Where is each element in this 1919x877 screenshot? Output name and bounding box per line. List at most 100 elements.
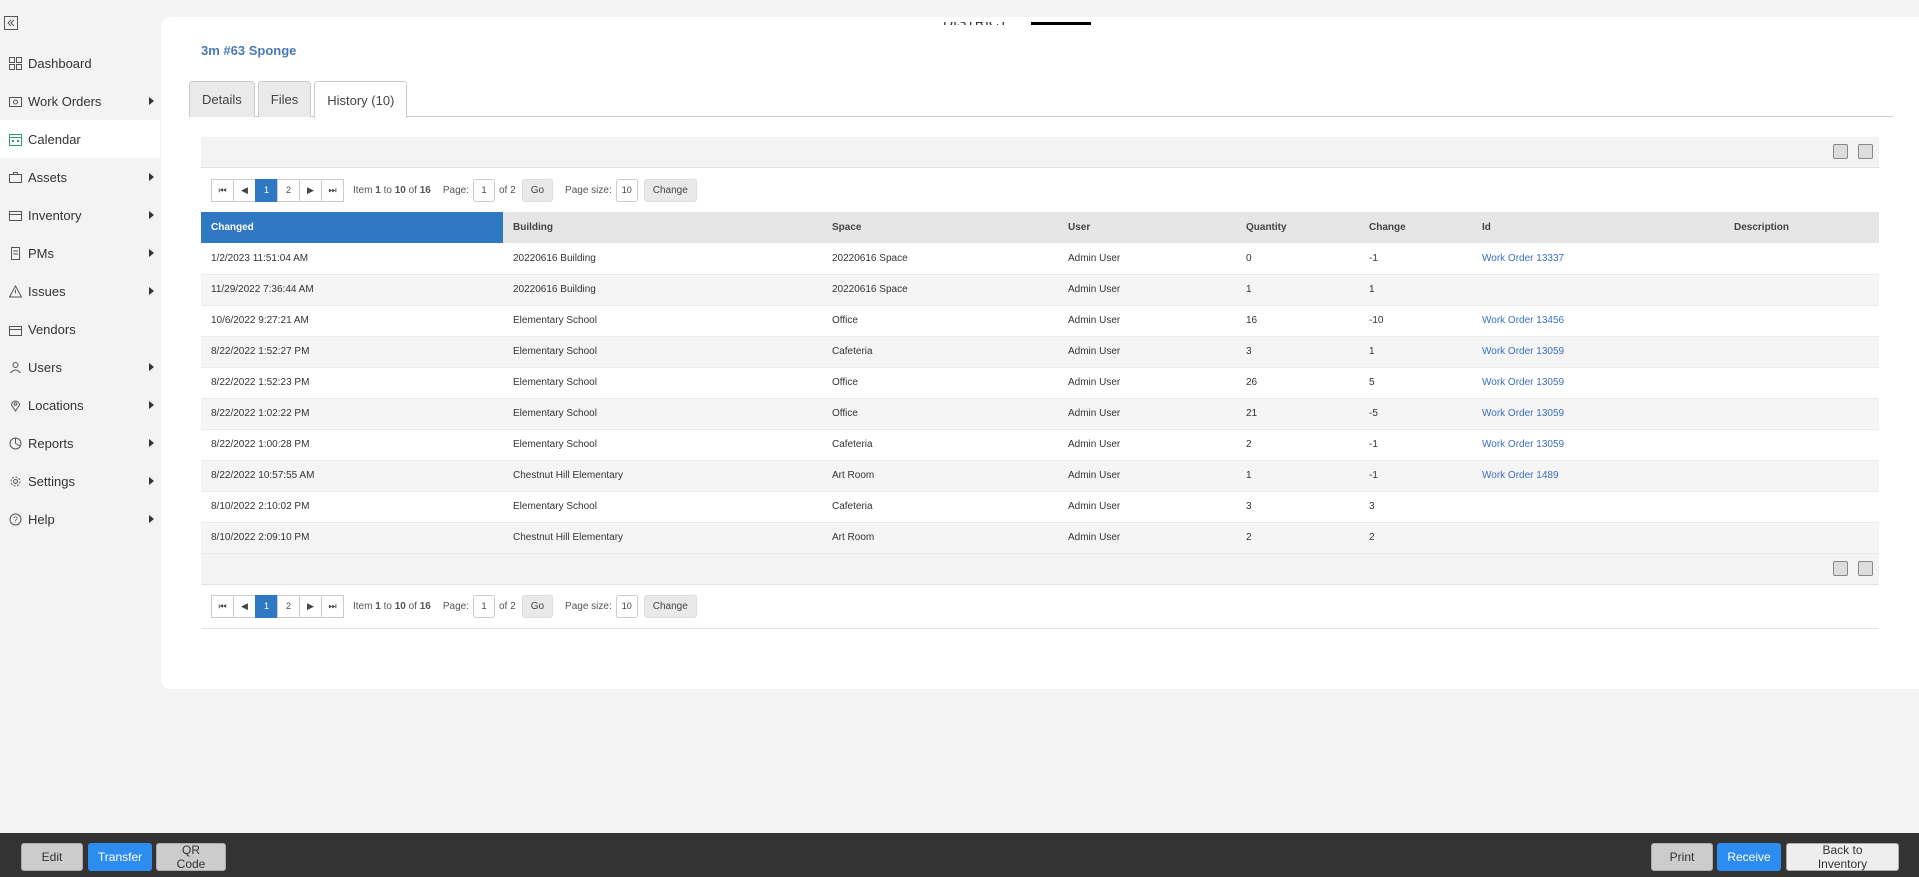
sidebar-item-inventory[interactable]: Inventory: [0, 196, 160, 234]
cell-id: Work Order 13059: [1472, 398, 1724, 430]
column-header-quantity[interactable]: Quantity: [1236, 212, 1359, 243]
work-order-link[interactable]: Work Order 13059: [1482, 377, 1564, 388]
transfer-button[interactable]: Transfer: [88, 843, 152, 871]
sidebar-item-help[interactable]: ? Help: [0, 500, 160, 538]
sidebar-item-dashboard[interactable]: Dashboard: [0, 44, 160, 82]
settings-icon[interactable]: [1858, 560, 1873, 576]
page-input[interactable]: [473, 594, 495, 618]
cell-change: -1: [1359, 460, 1472, 492]
sidebar-item-assets[interactable]: Assets: [0, 158, 160, 196]
column-header-change[interactable]: Change: [1359, 212, 1472, 243]
sidebar-item-settings[interactable]: Settings: [0, 462, 160, 500]
sidebar-item-users[interactable]: Users: [0, 348, 160, 386]
page-1-button[interactable]: 1: [255, 178, 278, 202]
first-page-button[interactable]: ⏮: [211, 178, 234, 202]
page-label: Page:: [442, 600, 469, 612]
column-header-space[interactable]: Space: [822, 212, 1058, 243]
sidebar-item-issues[interactable]: Issues: [0, 272, 160, 310]
sidebar-nav: Dashboard Work Orders Calendar Assets Invent…: [0, 44, 160, 538]
change-page-size-button[interactable]: Change: [643, 178, 697, 202]
cell-space: 20220616 Space: [822, 274, 1058, 306]
work-order-link[interactable]: Work Order 13456: [1482, 315, 1564, 326]
last-page-button[interactable]: ⏭: [321, 594, 344, 618]
go-button[interactable]: Go: [521, 594, 554, 618]
sidebar-item-locations[interactable]: Locations: [0, 386, 160, 424]
sidebar-item-pms[interactable]: PMs: [0, 234, 160, 272]
table-row[interactable]: 10/6/2022 9:27:21 AM Elementary School Off…: [201, 305, 1879, 337]
column-header-description[interactable]: Description: [1724, 212, 1879, 243]
settings-icon[interactable]: [1858, 144, 1873, 159]
briefcase-icon: [8, 170, 22, 184]
table-row[interactable]: 8/22/2022 10:57:55 AM Chestnut Hill Eleme…: [201, 460, 1879, 492]
tab-files[interactable]: Files: [257, 81, 312, 117]
work-order-link[interactable]: Work Order 13059: [1482, 408, 1564, 419]
tab-details[interactable]: Details: [189, 81, 255, 117]
change-page-size-button[interactable]: Change: [643, 594, 697, 618]
grid-toolbar-top: [201, 137, 1879, 168]
cell-description: [1724, 460, 1879, 492]
cell-quantity: 1: [1236, 274, 1359, 306]
table-row[interactable]: 8/22/2022 1:52:27 PM Elementary School Caf…: [201, 336, 1879, 368]
qr-code-button[interactable]: QR Code: [156, 843, 226, 871]
sidebar-item-label: Calendar: [28, 131, 81, 147]
page-2-button[interactable]: 2: [277, 594, 300, 618]
collapse-sidebar-icon[interactable]: [4, 16, 18, 30]
next-page-button[interactable]: ▶: [299, 594, 322, 618]
tab-history[interactable]: History (10): [314, 81, 408, 118]
save-icon[interactable]: [1833, 560, 1848, 576]
cell-building: Elementary School: [503, 367, 822, 399]
page-2-button[interactable]: 2: [277, 178, 300, 202]
table-row[interactable]: 8/22/2022 1:02:22 PM Elementary School Off…: [201, 398, 1879, 430]
table-row[interactable]: 8/22/2022 1:52:23 PM Elementary School Off…: [201, 367, 1879, 399]
sidebar-item-label: Dashboard: [28, 55, 92, 71]
column-header-changed[interactable]: Changed: [201, 212, 503, 243]
last-page-button[interactable]: ⏭: [321, 178, 344, 202]
cell-changed: 8/22/2022 1:52:27 PM: [201, 336, 503, 368]
cell-changed: 1/2/2023 11:51:04 AM: [201, 243, 503, 275]
caret-right-icon: [149, 173, 154, 181]
table-row[interactable]: 1/2/2023 11:51:04 AM 20220616 Building 202…: [201, 243, 1879, 275]
cell-changed: 8/10/2022 2:09:10 PM: [201, 522, 503, 554]
receive-button[interactable]: Receive: [1717, 843, 1781, 871]
cell-user: Admin User: [1058, 491, 1236, 523]
save-icon[interactable]: [1833, 144, 1848, 159]
cell-change: 3: [1359, 491, 1472, 523]
sidebar-item-label: Assets: [28, 169, 68, 185]
page-size-input[interactable]: [615, 178, 638, 202]
prev-page-button[interactable]: ◀: [233, 178, 256, 202]
first-page-button[interactable]: ⏮: [211, 594, 234, 618]
sidebar-item-calendar[interactable]: Calendar: [0, 120, 160, 158]
cell-changed: 8/22/2022 1:00:28 PM: [201, 429, 503, 461]
column-header-id[interactable]: Id: [1472, 212, 1724, 243]
cell-quantity: 26: [1236, 367, 1359, 399]
prev-page-button[interactable]: ◀: [233, 594, 256, 618]
pager-bottom: ⏮ ◀ 1 2 ▶ ⏭ Item 1 to 10 of 16 Page: of …: [201, 585, 1879, 629]
work-order-link[interactable]: Work Order 13337: [1482, 253, 1564, 264]
sidebar-item-work-orders[interactable]: Work Orders: [0, 82, 160, 120]
work-order-link[interactable]: Work Order 1489: [1482, 470, 1559, 481]
sidebar-item-vendors[interactable]: Vendors: [0, 310, 160, 348]
table-row[interactable]: 8/10/2022 2:09:10 PM Chestnut Hill Elemen…: [201, 522, 1879, 554]
cell-quantity: 1: [1236, 460, 1359, 492]
cell-id: [1472, 522, 1724, 554]
go-button[interactable]: Go: [521, 178, 554, 202]
table-row[interactable]: 8/10/2022 2:10:02 PM Elementary School Caf…: [201, 491, 1879, 523]
page-1-button[interactable]: 1: [255, 594, 278, 618]
print-button[interactable]: Print: [1651, 843, 1713, 871]
cell-space: Office: [822, 398, 1058, 430]
cell-quantity: 3: [1236, 336, 1359, 368]
page-input[interactable]: [473, 178, 495, 202]
table-row[interactable]: 11/29/2022 7:36:44 AM 20220616 Building 20…: [201, 274, 1879, 306]
sidebar-item-reports[interactable]: Reports: [0, 424, 160, 462]
page-size-input[interactable]: [615, 594, 638, 618]
work-order-link[interactable]: Work Order 13059: [1482, 346, 1564, 357]
table-row[interactable]: 8/22/2022 1:00:28 PM Elementary School Caf…: [201, 429, 1879, 461]
next-page-button[interactable]: ▶: [299, 178, 322, 202]
work-order-link[interactable]: Work Order 13059: [1482, 439, 1564, 450]
back-to-inventory-button[interactable]: Back to Inventory: [1786, 843, 1899, 871]
caret-right-icon: [149, 401, 154, 409]
column-header-building[interactable]: Building: [503, 212, 822, 243]
column-header-user[interactable]: User: [1058, 212, 1236, 243]
cell-building: Chestnut Hill Elementary: [503, 460, 822, 492]
edit-button[interactable]: Edit: [21, 843, 83, 871]
